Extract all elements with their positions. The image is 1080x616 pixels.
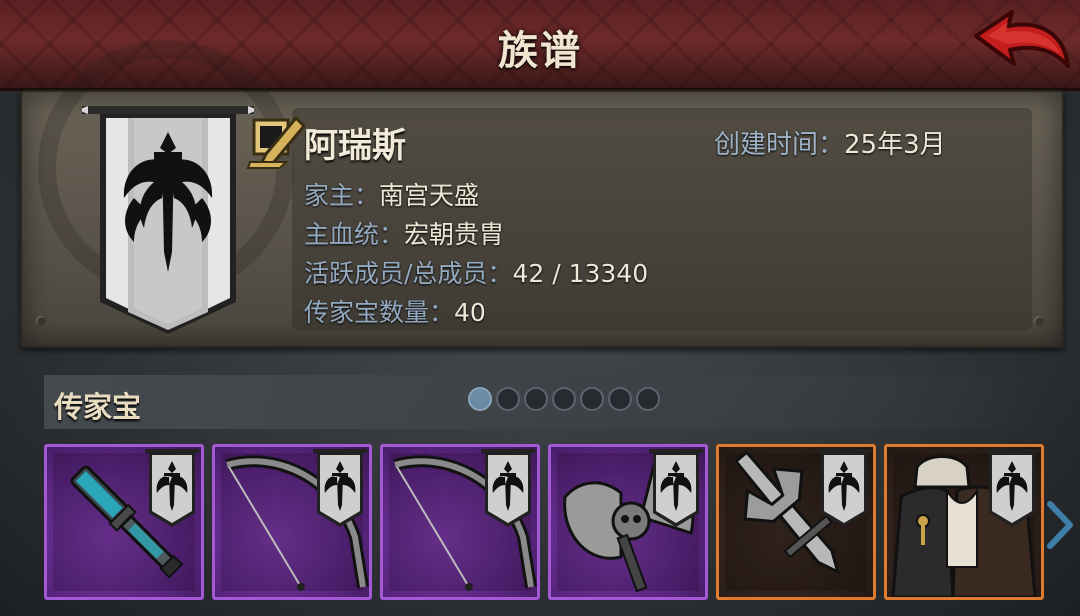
edit-name-icon[interactable] bbox=[246, 108, 306, 170]
info-value: 42 / 13340 bbox=[512, 259, 649, 288]
clan-banner-icon bbox=[82, 106, 254, 334]
clan-flag-icon bbox=[481, 449, 535, 527]
clan-flag-icon bbox=[817, 449, 871, 527]
next-page-arrow-icon[interactable] bbox=[1046, 500, 1076, 550]
heirloom-card[interactable] bbox=[716, 444, 876, 600]
clan-name: 阿瑞斯 bbox=[304, 126, 406, 166]
back-arrow-icon[interactable] bbox=[968, 6, 1072, 76]
heirloom-card[interactable] bbox=[884, 444, 1044, 600]
info-value: 宏朝贵胄 bbox=[404, 220, 505, 249]
page-dot[interactable] bbox=[496, 387, 520, 411]
created-value: 25年3月 bbox=[844, 130, 946, 160]
heirloom-card[interactable] bbox=[380, 444, 540, 600]
info-label: 传家宝数量： bbox=[304, 298, 455, 327]
clan-leader-row: 家主：南宫天盛 bbox=[304, 176, 479, 212]
clan-flag-icon bbox=[649, 449, 703, 527]
clan-flag-icon bbox=[985, 449, 1039, 527]
page-dot[interactable] bbox=[468, 387, 492, 411]
created-time: 创建时间：25年3月 bbox=[714, 124, 946, 161]
info-label: 活跃成员/总成员： bbox=[304, 259, 513, 288]
info-value: 40 bbox=[454, 298, 486, 327]
page-dot[interactable] bbox=[580, 387, 604, 411]
panel-rivet bbox=[36, 316, 46, 326]
heirloom-card[interactable] bbox=[548, 444, 708, 600]
clan-heirloom-count-row: 传家宝数量：40 bbox=[304, 293, 486, 329]
page-dot[interactable] bbox=[636, 387, 660, 411]
heirloom-section-title: 传家宝 bbox=[54, 390, 142, 424]
heirloom-card[interactable] bbox=[212, 444, 372, 600]
created-label: 创建时间： bbox=[714, 130, 845, 160]
page-dot[interactable] bbox=[552, 387, 576, 411]
clan-bloodline-row: 主血统：宏朝贵胄 bbox=[304, 215, 504, 251]
clan-members-row: 活跃成员/总成员：42 / 13340 bbox=[304, 254, 648, 290]
clan-flag-icon bbox=[145, 449, 199, 527]
heirloom-card[interactable] bbox=[44, 444, 204, 600]
info-label: 主血统： bbox=[304, 220, 405, 249]
info-label: 家主： bbox=[304, 181, 380, 210]
clan-flag-icon bbox=[313, 449, 367, 527]
page-dot[interactable] bbox=[608, 387, 632, 411]
page-dot[interactable] bbox=[524, 387, 548, 411]
panel-rivet bbox=[1034, 316, 1044, 326]
info-value: 南宫天盛 bbox=[379, 181, 480, 210]
